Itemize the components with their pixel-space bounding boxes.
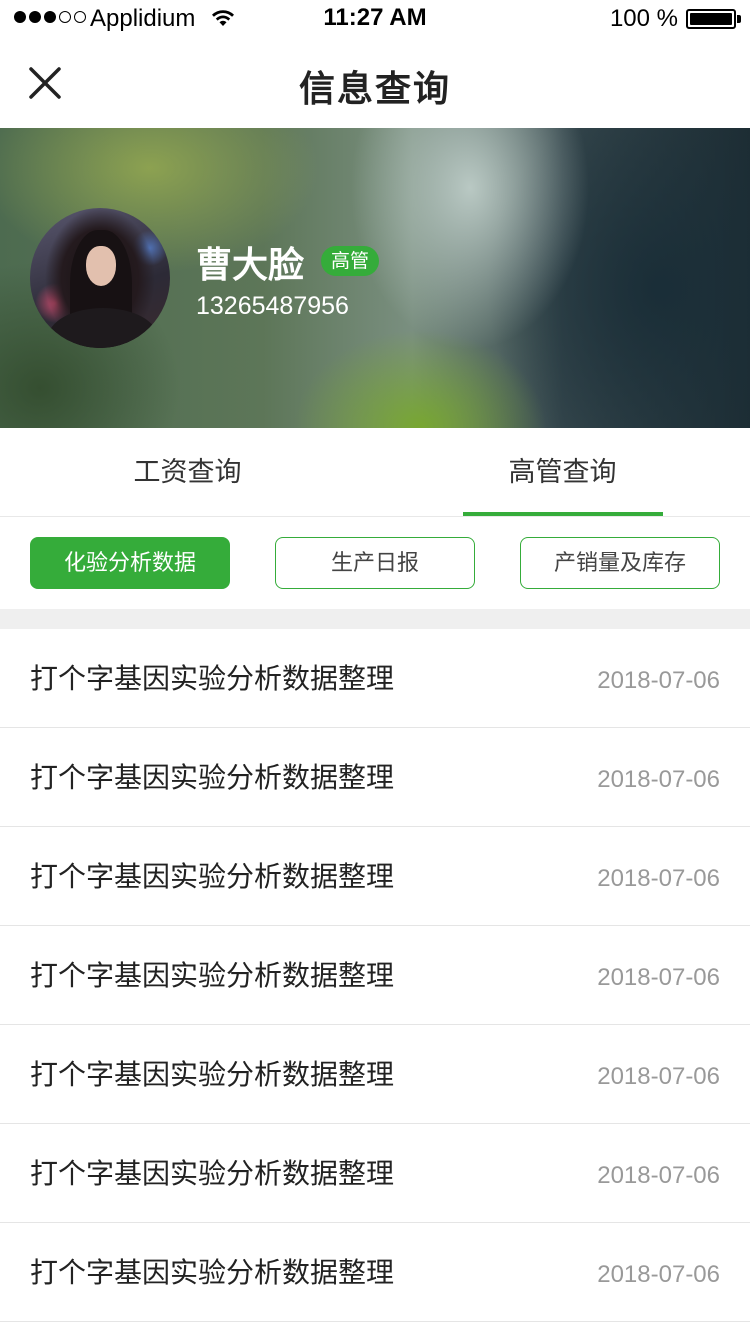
filter-chip-daily-production[interactable]: 生产日报 bbox=[275, 537, 475, 589]
list-item-date: 2018-07-06 bbox=[597, 1261, 720, 1288]
list-item[interactable]: 打个字基因实验分析数据整理 2018-07-06 bbox=[0, 926, 750, 1025]
navigation-bar: 信息查询 bbox=[0, 40, 750, 128]
filter-chips: 化验分析数据 生产日报 产销量及库存 bbox=[0, 517, 750, 609]
list-item-title: 打个字基因实验分析数据整理 bbox=[30, 1058, 395, 1091]
filter-chip-sales-inventory[interactable]: 产销量及库存 bbox=[520, 537, 720, 589]
list-item-title: 打个字基因实验分析数据整理 bbox=[30, 860, 395, 893]
list-item[interactable]: 打个字基因实验分析数据整理 2018-07-06 bbox=[0, 629, 750, 728]
report-list: 打个字基因实验分析数据整理 2018-07-06 打个字基因实验分析数据整理 2… bbox=[0, 629, 750, 1322]
avatar[interactable] bbox=[30, 208, 170, 348]
tab-executive-query[interactable]: 高管查询 bbox=[375, 428, 750, 517]
list-item-title: 打个字基因实验分析数据整理 bbox=[30, 761, 395, 794]
list-item-date: 2018-07-06 bbox=[597, 667, 720, 694]
profile-header: 曹大脸 高管 13265487956 bbox=[0, 128, 750, 428]
avatar-face bbox=[86, 246, 116, 286]
battery-percentage: 100 % bbox=[609, 5, 678, 32]
page-title: 信息查询 bbox=[298, 69, 451, 110]
tab-bar: 工资查询 高管查询 bbox=[0, 428, 750, 517]
list-item[interactable]: 打个字基因实验分析数据整理 2018-07-06 bbox=[0, 827, 750, 926]
list-item[interactable]: 打个字基因实验分析数据整理 2018-07-06 bbox=[0, 728, 750, 827]
avatar-coat bbox=[48, 308, 158, 348]
list-item-title: 打个字基因实验分析数据整理 bbox=[30, 959, 395, 992]
role-badge: 高管 bbox=[321, 246, 380, 276]
list-item[interactable]: 打个字基因实验分析数据整理 2018-07-06 bbox=[0, 1025, 750, 1124]
list-item-date: 2018-07-06 bbox=[597, 964, 720, 991]
list-item-title: 打个字基因实验分析数据整理 bbox=[30, 1157, 395, 1190]
list-item-date: 2018-07-06 bbox=[597, 865, 720, 892]
list-item-date: 2018-07-06 bbox=[597, 766, 720, 793]
user-phone: 13265487956 bbox=[196, 292, 349, 320]
tab-salary-query[interactable]: 工资查询 bbox=[0, 428, 375, 517]
battery-tip bbox=[737, 15, 741, 23]
list-item[interactable]: 打个字基因实验分析数据整理 2018-07-06 bbox=[0, 1124, 750, 1223]
active-tab-indicator bbox=[463, 512, 663, 516]
status-bar: Applidium 11:27 AM 100 % bbox=[0, 0, 750, 40]
filter-chip-lab-analysis[interactable]: 化验分析数据 bbox=[30, 537, 230, 589]
list-item[interactable]: 打个字基因实验分析数据整理 2018-07-06 bbox=[0, 1223, 750, 1322]
section-divider bbox=[0, 609, 750, 629]
list-item-date: 2018-07-06 bbox=[597, 1162, 720, 1189]
list-item-title: 打个字基因实验分析数据整理 bbox=[30, 662, 395, 695]
list-item-date: 2018-07-06 bbox=[597, 1063, 720, 1090]
user-name: 曹大脸 bbox=[196, 245, 305, 286]
battery-icon bbox=[686, 9, 736, 29]
list-item-title: 打个字基因实验分析数据整理 bbox=[30, 1256, 395, 1289]
